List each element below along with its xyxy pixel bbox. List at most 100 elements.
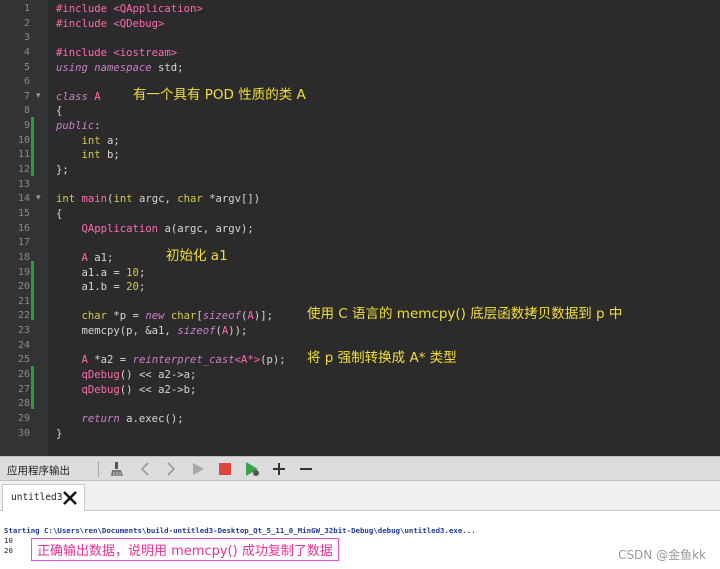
debug-run-icon[interactable] [243, 460, 261, 478]
output-start-line: Starting C:\Users\ren\Documents\build-un… [4, 526, 476, 535]
code-line[interactable]: 23 memcpy(p, &a1, sizeof(A)); [0, 324, 720, 339]
clean-output-icon[interactable] [108, 460, 126, 478]
code-editor[interactable]: 1 #include <QApplication> 2 #include <QDebu… [0, 0, 720, 456]
code-token: argc, [132, 193, 178, 206]
code-line[interactable]: 15 { [0, 207, 720, 222]
code-token: () << a2->a; [119, 369, 197, 382]
code-token: A [87, 90, 101, 103]
code-token: int [113, 193, 133, 206]
code-text: memcpy(p, &a1, sizeof(A)); [56, 324, 248, 339]
code-text: { [56, 104, 62, 119]
code-line[interactable]: 13 [0, 178, 720, 193]
fold-arrow-icon[interactable]: ▾ [36, 191, 41, 206]
previous-item-icon[interactable] [136, 460, 154, 478]
output-value: 10 [4, 536, 13, 545]
line-number: 13 [17, 178, 30, 190]
next-item-icon[interactable] [162, 460, 180, 478]
code-text: a1.a = 10; [56, 266, 146, 281]
code-line[interactable]: 25 A *a2 = reinterpret_cast<A*>(p); 将 p 强… [0, 350, 720, 368]
code-token: int [81, 149, 101, 162]
code-token: char [170, 310, 197, 323]
code-token: )]; [253, 310, 273, 323]
code-token: } [56, 427, 63, 440]
code-text: } [56, 427, 62, 442]
line-number: 19 [17, 266, 30, 278]
line-number: 9 [23, 120, 30, 132]
code-line[interactable]: 17 [0, 236, 720, 251]
line-number: 21 [17, 295, 30, 307]
code-token: #include [56, 17, 114, 30]
close-icon[interactable] [62, 490, 78, 506]
code-token: a(argc, argv); [158, 222, 254, 235]
fold-arrow-icon[interactable]: ▾ [36, 89, 41, 104]
line-number: 14 [17, 193, 30, 205]
code-token: *p = [107, 310, 146, 323]
code-token: char [177, 193, 203, 206]
code-line[interactable]: 19 a1.a = 10; [0, 266, 720, 281]
code-line[interactable]: 30} [0, 427, 720, 442]
zoom-out-icon[interactable] [297, 460, 315, 478]
code-annotation: 初始化 a1 [166, 247, 228, 264]
line-number: 29 [17, 412, 30, 424]
code-line[interactable]: 3 [0, 31, 720, 46]
code-token: { [56, 105, 63, 118]
code-text: { [56, 207, 62, 222]
code-token: a; [100, 134, 120, 147]
code-token: *a2 = [87, 354, 133, 367]
line-number: 26 [17, 369, 30, 381]
code-line[interactable]: 10 int a; [0, 134, 720, 149]
code-annotation: 将 p 强制转换成 A* 类型 [307, 350, 457, 367]
code-line[interactable]: 29 return a.exec(); [0, 412, 720, 427]
code-line[interactable]: 7 ▾ class A 有一个具有 POD 性质的类 A [0, 88, 720, 105]
output-panel-title: 应用程序输出 [7, 465, 70, 477]
code-token: qDebug [81, 383, 120, 396]
line-number: 6 [23, 76, 30, 88]
code-line[interactable]: 28 [0, 397, 720, 412]
code-text: return a.exec(); [56, 412, 184, 427]
code-token: )); [228, 325, 248, 338]
code-token: 10 [126, 266, 139, 279]
line-number: 30 [17, 427, 30, 439]
tab-untitled3[interactable]: untitled3 [2, 484, 85, 511]
code-line[interactable]: 16 QApplication a(argc, argv); [0, 222, 720, 237]
code-token: #include [56, 46, 114, 59]
code-line[interactable]: 11 int b; [0, 148, 720, 163]
code-text: qDebug() << a2->b; [56, 383, 197, 398]
code-line[interactable]: 4 #include <iostream> [0, 46, 720, 61]
line-number: 22 [17, 310, 30, 322]
toolbar-separator [98, 461, 99, 477]
stop-icon[interactable] [216, 460, 234, 478]
code-token: a.exec(); [119, 412, 184, 425]
code-token: new [145, 310, 165, 323]
code-token: memcpy(p, &a1, [56, 325, 178, 338]
line-number: 24 [17, 339, 30, 351]
code-line[interactable]: 22 char *p = new char[sizeof(A)]; 使用 C 语言… [0, 307, 720, 324]
code-line[interactable]: 26 qDebug() << a2->a; [0, 368, 720, 383]
code-text: A *a2 = reinterpret_cast<A*>(p); [56, 353, 286, 368]
code-line[interactable]: 12}; [0, 163, 720, 178]
code-line[interactable]: 27 qDebug() << a2->b; [0, 383, 720, 398]
tab-label: untitled3 [11, 492, 63, 503]
code-token: a1.a = [56, 266, 127, 279]
code-text: qDebug() << a2->a; [56, 368, 197, 383]
code-text: int a; [56, 134, 120, 149]
code-line[interactable]: 2 #include <QDebug> [0, 17, 720, 32]
code-line[interactable]: 9 public: [0, 119, 720, 134]
line-number: 4 [23, 46, 30, 58]
code-line[interactable]: 8{ [0, 104, 720, 119]
code-text: class A [56, 90, 101, 105]
code-text: #include <QApplication> [56, 2, 203, 17]
zoom-in-icon[interactable] [270, 460, 288, 478]
code-line[interactable]: 20 a1.b = 20; [0, 280, 720, 295]
run-icon[interactable] [189, 460, 207, 478]
code-line[interactable]: 18 A a1; 初始化 a1 [0, 247, 720, 266]
code-line[interactable]: 5 using namespace std; [0, 61, 720, 76]
code-line[interactable]: 1 #include <QApplication> [0, 2, 720, 17]
code-token: : [94, 120, 101, 133]
code-line[interactable]: 14 ▾ int main(int argc, char *argv[]) [0, 192, 720, 207]
code-line[interactable]: 6 [0, 75, 720, 90]
line-number: 10 [17, 134, 30, 146]
